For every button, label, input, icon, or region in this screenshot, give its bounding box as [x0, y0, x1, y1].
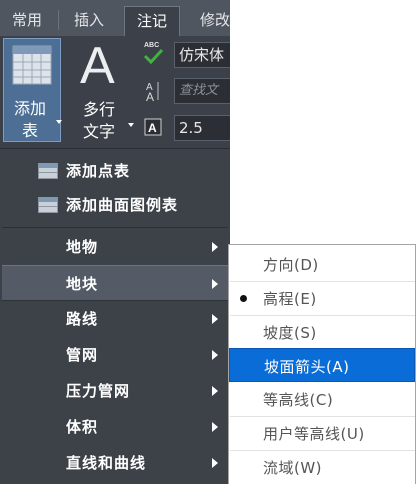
spell-check-icon[interactable]: ABC — [142, 42, 166, 64]
text-height-icon[interactable]: A A — [142, 80, 166, 104]
text-height-field[interactable]: 2.5 — [174, 115, 230, 141]
submenu-item-label: 等高线(C) — [263, 391, 334, 409]
svg-text:A: A — [148, 121, 157, 135]
submenu-item-label: 坡面箭头(A) — [264, 358, 350, 376]
menu-item-label: 管网 — [66, 346, 99, 364]
submenu-item-user-contours[interactable]: 用户等高线(U) — [229, 416, 415, 450]
menu-item-label: 压力管网 — [66, 382, 131, 400]
tab-common[interactable]: 常用 — [0, 6, 54, 36]
menu-item-pipe-networks[interactable]: 管网 — [2, 337, 228, 373]
menu-item-volumes[interactable]: 体积 — [2, 409, 228, 445]
tab-annotate[interactable]: 注记 — [124, 6, 180, 36]
ribbon-tab-bar: 常用 插入 注记 修改 — [0, 0, 230, 36]
menu-item-alignments[interactable]: 路线 — [2, 301, 228, 337]
submenu-item-label: 用户等高线(U) — [263, 425, 365, 443]
text-style-icon[interactable]: A — [142, 116, 166, 138]
parcels-submenu: 方向(D) 高程(E) 坡度(S) 坡面箭头(A) 等高线(C) 用户等高线(U… — [228, 244, 416, 484]
menu-item-label: 直线和曲线 — [66, 454, 147, 472]
tab-divider — [58, 10, 59, 30]
menu-item-features[interactable]: 地物 — [2, 229, 228, 265]
submenu-item-label: 高程(E) — [263, 290, 317, 308]
menu-item-parcels[interactable]: 地块 — [2, 265, 228, 301]
text-style-field[interactable]: 仿宋体 — [174, 42, 230, 68]
multiline-text-label-2: 文字 — [82, 122, 115, 141]
submenu-arrow-icon — [212, 242, 218, 252]
submenu-arrow-icon — [212, 279, 218, 289]
menu-item-label: 地块 — [66, 275, 99, 293]
submenu-arrow-icon — [212, 458, 218, 468]
dropdown-arrow-icon — [128, 123, 134, 127]
submenu-item-elevation[interactable]: 高程(E) — [229, 281, 415, 315]
submenu-item-direction[interactable]: 方向(D) — [229, 247, 415, 281]
svg-text:A: A — [146, 90, 154, 102]
add-table-label-2: 表 — [21, 121, 38, 140]
table-icon — [38, 197, 58, 213]
tab-insert[interactable]: 插入 — [62, 6, 116, 36]
checked-bullet-icon — [240, 295, 247, 302]
submenu-item-slope[interactable]: 坡度(S) — [229, 315, 415, 349]
find-text-field[interactable]: 查找文 — [174, 78, 230, 104]
menu-item-label: 路线 — [66, 310, 99, 328]
submenu-arrow-icon — [212, 350, 218, 360]
submenu-item-contours[interactable]: 等高线(C) — [229, 382, 415, 416]
submenu-item-label: 流域(W) — [263, 459, 323, 477]
add-table-button[interactable]: 添加 表 — [3, 38, 62, 142]
menu-item-add-surface-legend[interactable]: 添加曲面图例表 — [2, 187, 228, 223]
tab-modify[interactable]: 修改 — [190, 6, 244, 36]
submenu-item-slope-arrow[interactable]: 坡面箭头(A) — [229, 348, 415, 382]
submenu-arrow-icon — [212, 422, 218, 432]
menu-item-label: 体积 — [66, 418, 99, 436]
menu-item-add-point-table[interactable]: 添加点表 — [2, 153, 228, 189]
submenu-arrow-icon — [212, 314, 218, 324]
submenu-arrow-icon — [212, 386, 218, 396]
submenu-item-watershed[interactable]: 流域(W) — [229, 450, 415, 484]
submenu-item-label: 方向(D) — [263, 256, 319, 274]
menu-item-label: 添加点表 — [66, 162, 131, 180]
submenu-item-label: 坡度(S) — [263, 324, 317, 342]
annotation-dropdown-menu: 添加点表 添加曲面图例表 地物 地块 路线 管网 压力管网 体积 直线和曲线 — [0, 148, 230, 484]
multiline-text-label-1: 多行 — [82, 100, 115, 119]
menu-item-lines-and-curves[interactable]: 直线和曲线 — [2, 445, 228, 481]
menu-item-label: 地物 — [66, 238, 99, 256]
menu-item-pressure-networks[interactable]: 压力管网 — [2, 373, 228, 409]
table-icon — [38, 163, 58, 179]
text-a-icon: A — [80, 37, 115, 95]
ribbon-panel: 常用 插入 注记 修改 添加 表 A 多行 文字 ABC A A A 仿宋体 查… — [0, 0, 230, 148]
add-table-label-1: 添加 — [13, 99, 46, 118]
menu-item-label: 添加曲面图例表 — [66, 196, 179, 214]
dropdown-arrow-icon — [56, 120, 62, 124]
menu-divider — [2, 227, 228, 228]
multiline-text-button[interactable]: A 多行 文字 — [66, 38, 136, 142]
table-icon — [12, 45, 52, 85]
